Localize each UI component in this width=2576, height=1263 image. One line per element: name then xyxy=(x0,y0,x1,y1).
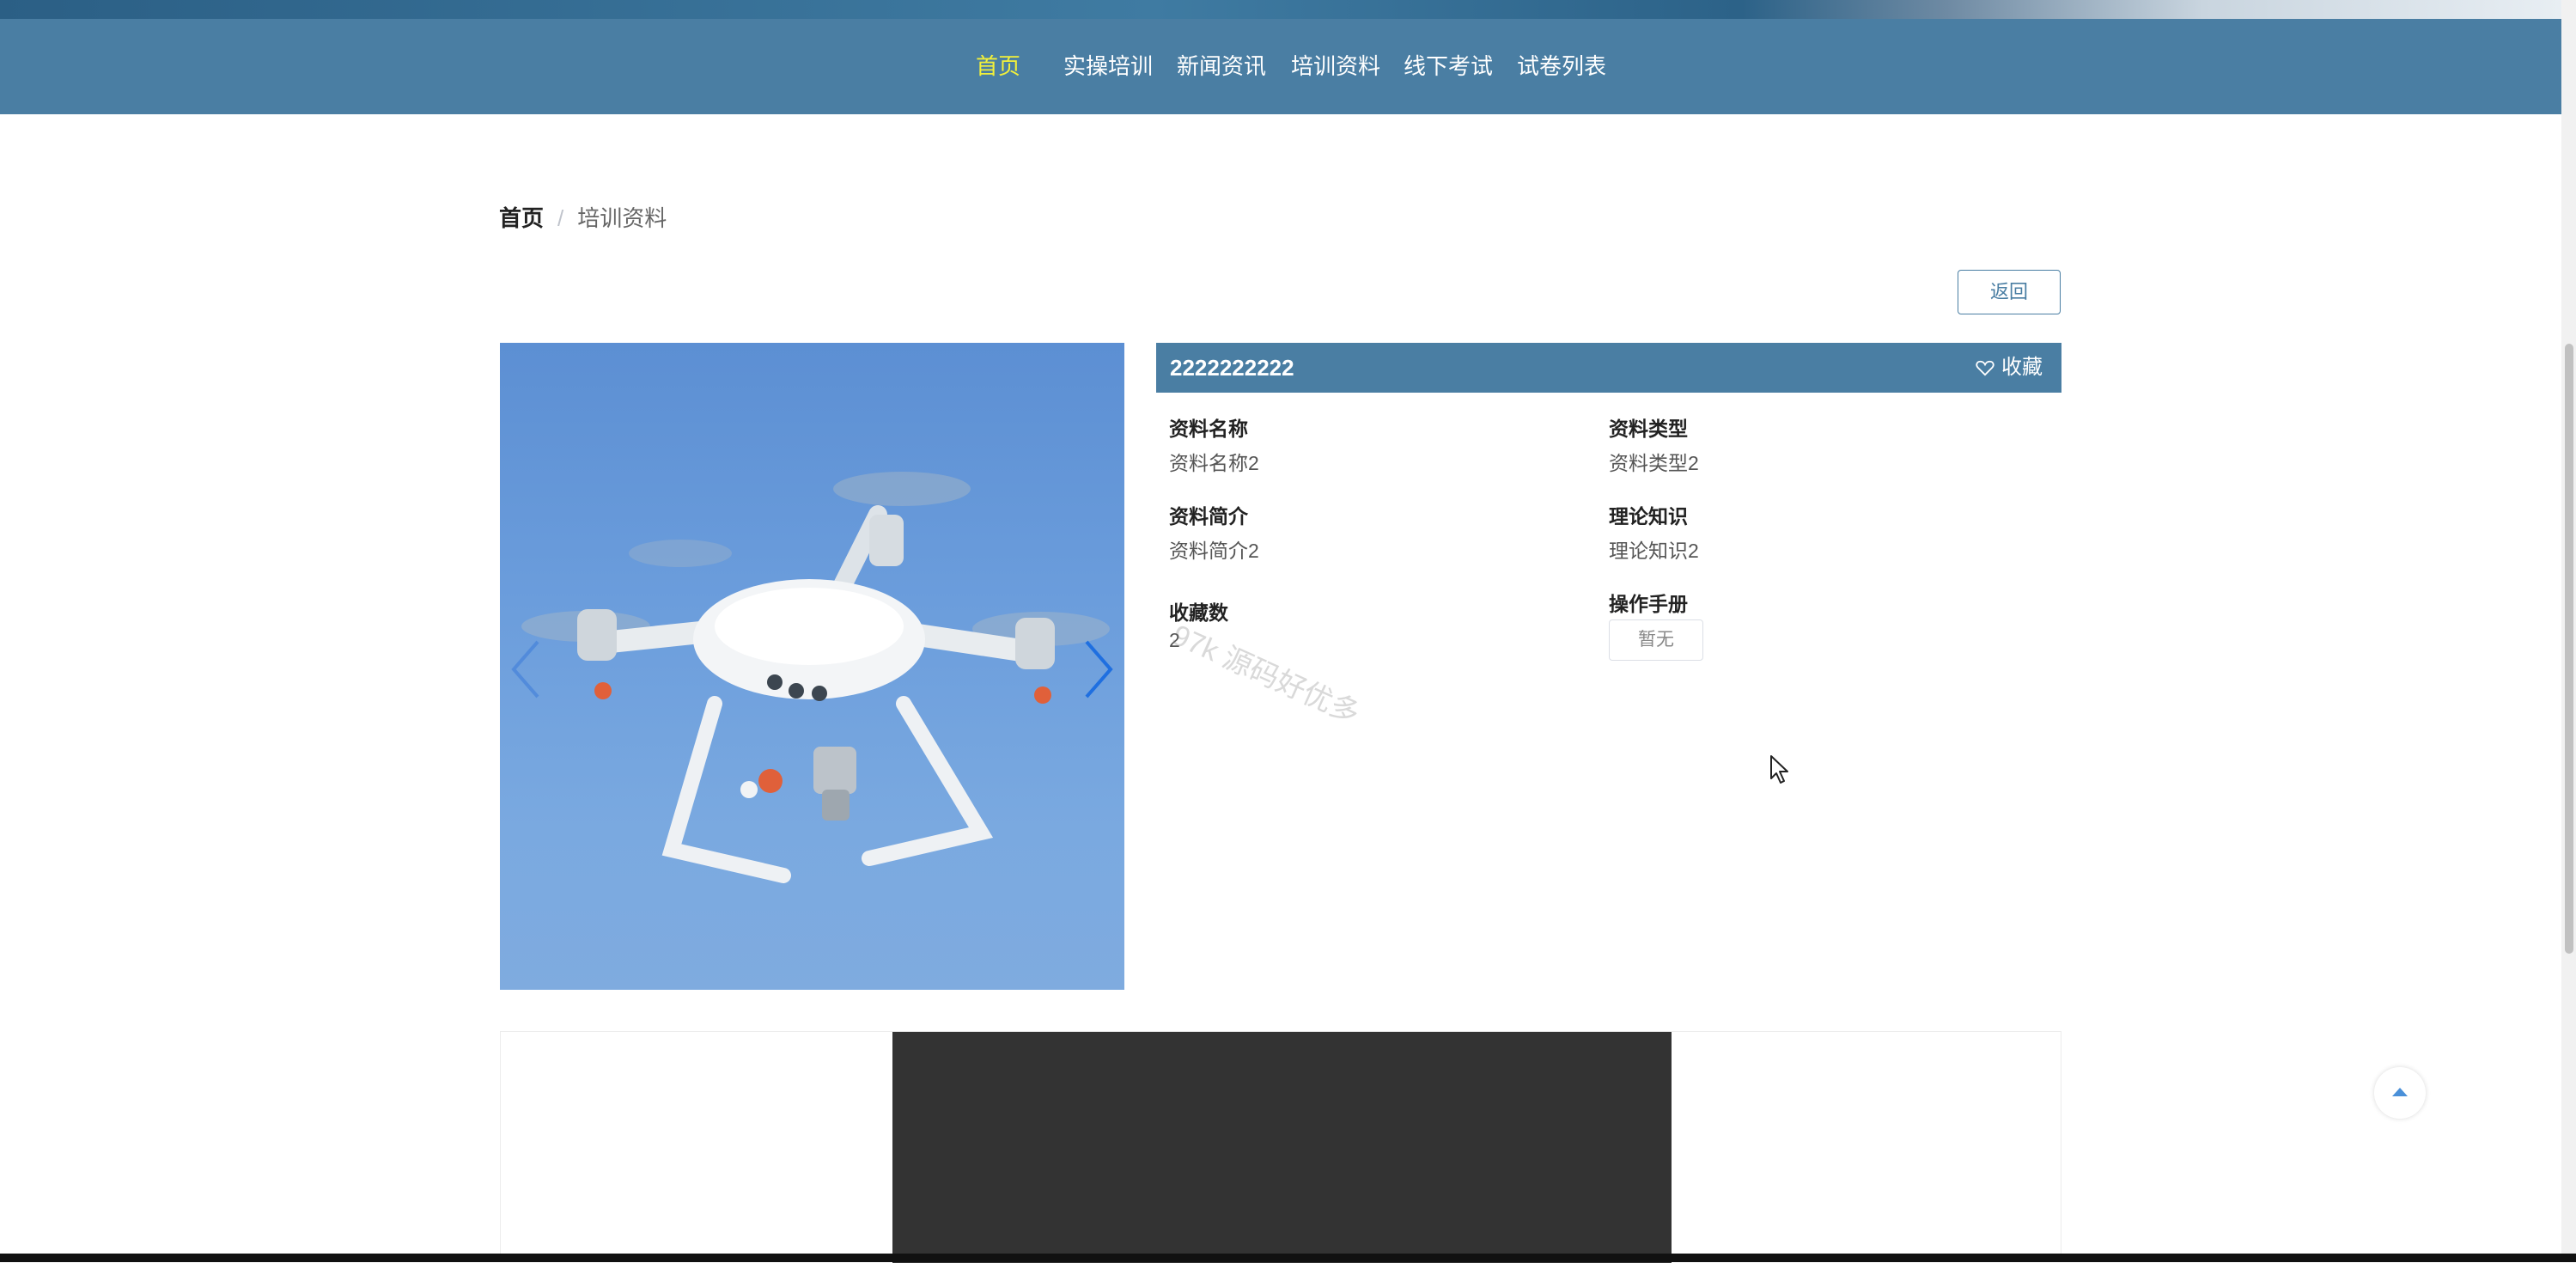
field-label-manual: 操作手册 xyxy=(1609,593,1688,615)
nav-item-offline-exam[interactable]: 线下考试 xyxy=(1404,19,1493,114)
field-value-type: 资料类型2 xyxy=(1609,452,1699,474)
detail-title: 2222222222 xyxy=(1170,355,1294,381)
drone-image xyxy=(521,472,1110,883)
field-label-type: 资料类型 xyxy=(1609,418,1688,440)
chevron-right-icon xyxy=(1085,640,1113,699)
favorite-button[interactable]: 收藏 xyxy=(1976,343,2043,393)
video-section xyxy=(500,1031,2061,1263)
chevron-left-icon xyxy=(511,640,539,699)
favorite-label: 收藏 xyxy=(2001,356,2043,379)
mouse-pointer-icon xyxy=(1770,755,1788,784)
field-value-theory: 理论知识2 xyxy=(1609,540,1699,562)
field-value-name: 资料名称2 xyxy=(1169,452,1259,474)
breadcrumb: 首页 / 培训资料 xyxy=(499,203,667,234)
breadcrumb-current: 培训资料 xyxy=(577,205,667,231)
breadcrumb-home[interactable]: 首页 xyxy=(499,205,544,231)
image-carousel xyxy=(500,343,1124,990)
nav-item-practical-training[interactable]: 实操培训 xyxy=(1063,19,1153,114)
watermark: 97k 源码好优多 xyxy=(1166,619,1365,731)
field-label-intro: 资料简介 xyxy=(1169,505,1248,528)
manual-none-button[interactable]: 暂无 xyxy=(1609,619,1703,661)
nav-item-news[interactable]: 新闻资讯 xyxy=(1177,19,1266,114)
top-banner-image xyxy=(0,0,2561,19)
carousel-next-arrow[interactable] xyxy=(1073,635,1124,704)
field-label-theory: 理论知识 xyxy=(1609,505,1688,528)
video-player[interactable] xyxy=(892,1032,1672,1263)
nav-item-home[interactable]: 首页 xyxy=(976,19,1020,114)
main-navbar: 首页 实操培训 新闻资讯 培训资料 线下考试 试卷列表 xyxy=(0,19,2561,114)
breadcrumb-separator: / xyxy=(557,205,564,231)
field-label-name: 资料名称 xyxy=(1169,418,1248,440)
bottom-edge-bar xyxy=(0,1254,2576,1262)
field-value-fav-count: 2 xyxy=(1169,629,1180,651)
detail-header: 2222222222 收藏 xyxy=(1156,343,2061,393)
field-value-intro: 资料简介2 xyxy=(1169,540,1259,562)
nav-item-exam-paper-list[interactable]: 试卷列表 xyxy=(1517,19,1606,114)
caret-up-icon xyxy=(2392,1088,2408,1096)
heart-outline-icon xyxy=(1976,360,1994,376)
field-label-fav-count: 收藏数 xyxy=(1169,601,1228,624)
carousel-prev-arrow[interactable] xyxy=(500,635,551,704)
nav-item-training-materials[interactable]: 培训资料 xyxy=(1291,19,1380,114)
scrollbar-thumb[interactable] xyxy=(2565,344,2573,954)
back-to-top-button[interactable] xyxy=(2374,1067,2426,1119)
back-button[interactable]: 返回 xyxy=(1958,270,2061,314)
